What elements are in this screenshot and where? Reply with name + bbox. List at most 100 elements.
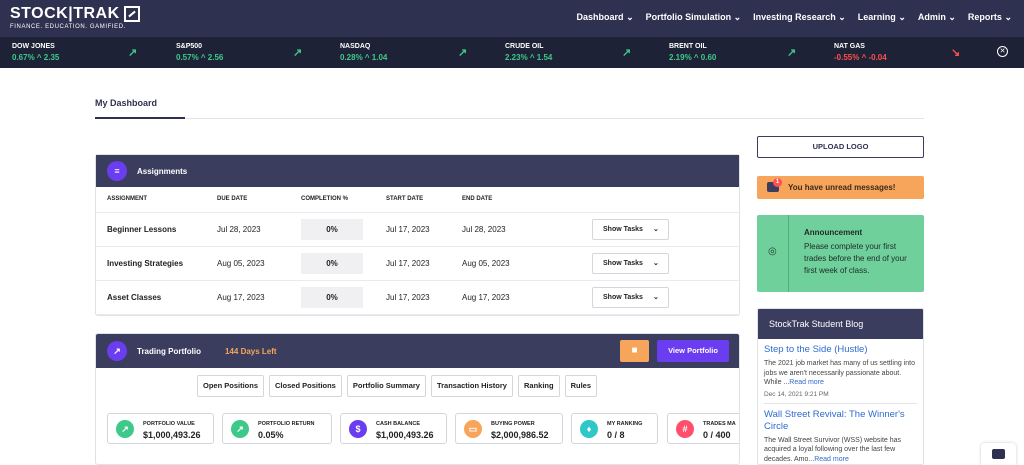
main-menu: Dashboard ⌄ Portfolio Simulation ⌄ Inves…: [577, 12, 1012, 23]
ticker-sp500[interactable]: S&P500 0.57% ^ 2.56: [176, 43, 223, 62]
nav-reports[interactable]: Reports ⌄: [968, 12, 1012, 23]
tab-transaction-history[interactable]: Transaction History: [430, 375, 513, 397]
ticker-dow-jones[interactable]: DOW JONES 0.67% ^ 2.35: [12, 43, 59, 62]
table-row: Beginner Lessons Jul 28, 2023 0% Jul 17,…: [96, 212, 739, 247]
table-header-row: ASSIGNMENT DUE DATE COMPLETION % START D…: [96, 187, 739, 213]
ticker-crude-oil[interactable]: CRUDE OIL 2.23% ^ 1.54: [505, 43, 552, 62]
column-header: END DATE: [462, 187, 592, 213]
video-camera-icon[interactable]: ■: [620, 340, 649, 362]
nav-investing-research[interactable]: Investing Research ⌄: [753, 12, 846, 23]
blog-post-excerpt: The 2021 job market has many of us settl…: [764, 360, 915, 386]
blog-post: Wall Street Revival: The Winner's Circle…: [758, 409, 923, 465]
unread-count-badge: 1: [773, 178, 782, 187]
trend-up-icon: ↗: [458, 47, 468, 59]
chart-line-icon: ↗: [107, 341, 127, 361]
assignments-title: Assignments: [137, 166, 188, 176]
blog-post-title[interactable]: Wall Street Revival: The Winner's Circle: [764, 409, 917, 433]
stat-buying-power: ▭ BUYING POWER $2,000,986.52: [455, 413, 563, 444]
active-tab-underline: [95, 117, 185, 119]
brand-tagline: FINANCE. EDUCATION. GAMIFIED.: [10, 24, 126, 30]
tab-ranking[interactable]: Ranking: [517, 375, 560, 397]
portfolio-header: ↗ Trading Portfolio 144 Days Left ■ View…: [96, 334, 739, 368]
trading-portfolio-card: ↗ Trading Portfolio 144 Days Left ■ View…: [95, 333, 740, 465]
chevron-down-icon: ⌄: [652, 259, 659, 267]
assignments-card: ≡ Assignments ASSIGNMENT DUE DATE COMPLE…: [95, 154, 740, 316]
ticker-nasdaq[interactable]: NASDAQ 0.28% ^ 1.04: [340, 43, 387, 62]
stat-my-ranking: ♦ MY RANKING 0 / 8: [571, 413, 658, 444]
stat-cash-balance: $ CASH BALANCE $1,000,493.26: [340, 413, 447, 444]
blog-post-title[interactable]: Step to the Side (Hustle): [764, 344, 917, 356]
nav-admin[interactable]: Admin ⌄: [918, 12, 956, 23]
stocktrak-logo[interactable]: STOCK|TRAK FINANCE. EDUCATION. GAMIFIED.: [10, 5, 140, 30]
announcement-card: ◎ Announcement Please complete your firs…: [757, 215, 924, 292]
end-date: Aug 05, 2023: [462, 246, 592, 281]
trend-up-icon: ↗: [622, 47, 632, 59]
student-blog: StockTrak Student Blog Step to the Side …: [757, 308, 924, 465]
unread-messages-text: You have unread messages!: [788, 183, 896, 192]
arrow-up-right-icon: ↗: [231, 420, 249, 438]
assignments-header: ≡ Assignments: [96, 155, 739, 187]
completion-value: 0%: [301, 218, 363, 240]
trophy-icon: ♦: [580, 420, 598, 438]
view-portfolio-button[interactable]: View Portfolio: [657, 340, 729, 362]
trend-down-icon: ↘: [951, 47, 961, 59]
start-date: Jul 17, 2023: [386, 212, 462, 247]
trend-up-icon: ↗: [128, 47, 138, 59]
brand-name: STOCK|TRAK: [10, 5, 120, 22]
chat-widget-button[interactable]: [981, 443, 1016, 465]
tab-divider: [95, 118, 924, 119]
end-date: Jul 28, 2023: [462, 212, 592, 247]
nav-portfolio-simulation[interactable]: Portfolio Simulation ⌄: [646, 12, 742, 23]
stat-portfolio-return: ↗ PORTFOLIO RETURN 0.05%: [222, 413, 332, 444]
column-header: COMPLETION %: [301, 187, 386, 213]
assignment-name[interactable]: Investing Strategies: [96, 246, 217, 281]
page-title[interactable]: My Dashboard: [95, 98, 157, 108]
tab-rules[interactable]: Rules: [564, 375, 598, 397]
tab-closed-positions[interactable]: Closed Positions: [269, 375, 342, 397]
due-date: Jul 28, 2023: [217, 212, 301, 247]
read-more-link[interactable]: Read more: [789, 379, 824, 386]
blog-title: StockTrak Student Blog: [758, 309, 923, 339]
nav-dashboard[interactable]: Dashboard ⌄: [577, 12, 634, 23]
column-header: ASSIGNMENT: [96, 187, 217, 213]
tally-icon: #: [676, 420, 694, 438]
table-row: Investing Strategies Aug 05, 2023 0% Jul…: [96, 246, 739, 281]
read-more-link[interactable]: Read more: [814, 456, 849, 463]
list-icon: ≡: [107, 161, 127, 181]
arrow-up-right-icon: ↗: [116, 420, 134, 438]
completion-value: 0%: [301, 252, 363, 274]
chevron-down-icon: ⌄: [733, 12, 742, 22]
column-header: START DATE: [386, 187, 462, 213]
completion-value: 0%: [301, 286, 363, 308]
close-ticker-icon[interactable]: ✕: [997, 46, 1008, 57]
ticker-brent-oil[interactable]: BRENT OIL 2.19% ^ 0.60: [669, 43, 716, 62]
chat-icon: [992, 449, 1005, 459]
show-tasks-button[interactable]: Show Tasks ⌄: [592, 218, 669, 240]
start-date: Jul 17, 2023: [386, 246, 462, 281]
blog-post-date: Dec 14, 2021 9:21 PM: [764, 391, 917, 404]
show-tasks-button[interactable]: Show Tasks ⌄: [592, 252, 669, 274]
main-content: My Dashboard ≡ Assignments ASSIGNMENT DU…: [0, 68, 1024, 465]
end-date: Aug 17, 2023: [462, 280, 592, 315]
chevron-down-icon: ⌄: [838, 12, 846, 22]
assignments-table: ASSIGNMENT DUE DATE COMPLETION % START D…: [96, 187, 739, 315]
ticker-nat-gas[interactable]: NAT GAS -0.55% ^ -0.04: [834, 43, 887, 62]
column-header: DUE DATE: [217, 187, 301, 213]
upload-logo-button[interactable]: UPLOAD LOGO: [757, 136, 924, 158]
trend-up-icon: ↗: [293, 47, 303, 59]
nav-learning[interactable]: Learning ⌄: [858, 12, 906, 23]
announcement-title: Announcement: [804, 228, 863, 237]
chevron-down-icon: ⌄: [948, 12, 956, 22]
tab-portfolio-summary[interactable]: Portfolio Summary: [346, 375, 426, 397]
unread-messages-alert[interactable]: 1 You have unread messages!: [757, 176, 924, 199]
logo-mark-icon: [123, 6, 140, 22]
assignment-name[interactable]: Beginner Lessons: [96, 212, 217, 247]
assignment-name[interactable]: Asset Classes: [96, 280, 217, 315]
market-ticker: DOW JONES 0.67% ^ 2.35 ↗ S&P500 0.57% ^ 2.…: [0, 37, 1024, 68]
show-tasks-button[interactable]: Show Tasks ⌄: [592, 286, 669, 308]
due-date: Aug 17, 2023: [217, 280, 301, 315]
blog-post: Step to the Side (Hustle) The 2021 job m…: [758, 344, 923, 404]
start-date: Jul 17, 2023: [386, 280, 462, 315]
announcement-text: Please complete your first trades before…: [804, 242, 907, 275]
tab-open-positions[interactable]: Open Positions: [197, 375, 265, 397]
